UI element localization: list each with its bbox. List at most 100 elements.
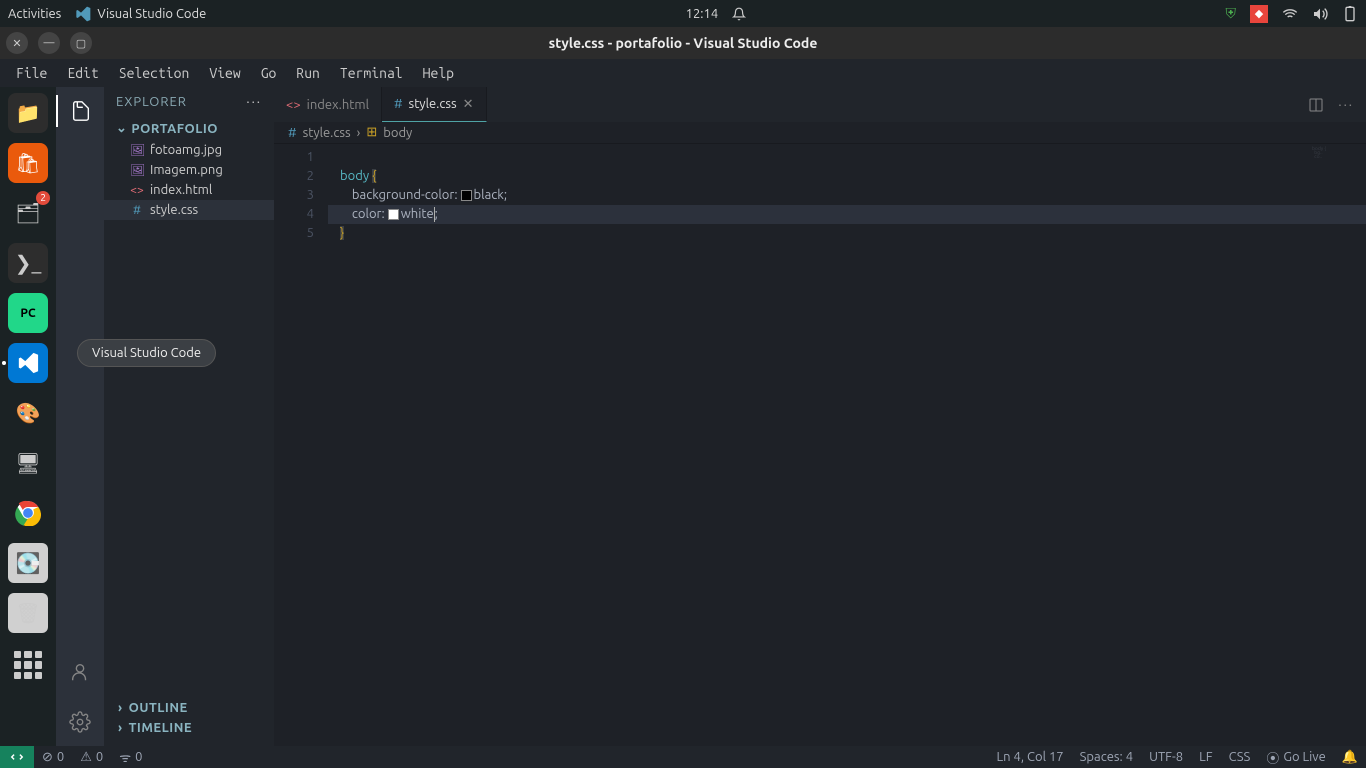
chevron-down-icon: ⌄: [116, 121, 127, 136]
encoding-status[interactable]: UTF-8: [1141, 748, 1191, 767]
wifi-icon[interactable]: [1282, 6, 1298, 22]
breadcrumb[interactable]: # style.css › ⊞ body: [274, 122, 1366, 144]
notifications-button[interactable]: 🔔: [1334, 748, 1366, 767]
close-window-button[interactable]: ✕: [6, 32, 28, 54]
editor-area: <> index.html # style.css ✕ ··· # style.css …: [274, 87, 1366, 746]
indentation-status[interactable]: Spaces: 4: [1072, 748, 1141, 767]
tab-style-css[interactable]: # style.css ✕: [382, 87, 487, 122]
file-type-icon: #: [394, 97, 403, 111]
project-folder-header[interactable]: ⌄ PORTAFOLIO: [104, 117, 274, 140]
tab-label: style.css: [409, 97, 457, 111]
dock-app-1[interactable]: 🎨: [8, 393, 48, 433]
explorer-activity[interactable]: [56, 95, 104, 127]
anydesk-tray-icon[interactable]: ◆: [1250, 5, 1268, 23]
dock-tooltip: Visual Studio Code: [77, 339, 216, 367]
error-icon: ⊘: [42, 750, 53, 765]
warnings-status[interactable]: ⚠0: [72, 750, 111, 765]
menu-view[interactable]: View: [199, 61, 250, 85]
dock-trash[interactable]: 🗑: [8, 593, 48, 633]
dock-terminal[interactable]: ❯_: [8, 243, 48, 283]
current-app-label: Visual Studio Code: [97, 7, 206, 21]
menu-bar: FileEditSelectionViewGoRunTerminalHelp: [0, 59, 1366, 87]
dock-chrome[interactable]: [8, 493, 48, 533]
file-icon: #: [130, 204, 144, 217]
menu-go[interactable]: Go: [251, 61, 287, 85]
language-status[interactable]: CSS: [1221, 748, 1259, 767]
menu-edit[interactable]: Edit: [57, 61, 108, 85]
remote-button[interactable]: [0, 746, 34, 768]
explorer-sidebar: EXPLORER ··· ⌄ PORTAFOLIO 🖼fotoamg.jpg 🖼 I…: [104, 87, 274, 746]
dock-disk[interactable]: 💽: [8, 543, 48, 583]
dock-apps-grid[interactable]: [8, 643, 48, 683]
settings-activity[interactable]: [56, 706, 104, 738]
symbol-icon: ⊞: [366, 125, 377, 140]
menu-selection[interactable]: Selection: [109, 61, 200, 85]
timeline-section[interactable]: › TIMELINE: [104, 718, 274, 738]
shield-tray-icon[interactable]: ⛨: [1225, 5, 1236, 22]
notifications-icon[interactable]: [732, 7, 746, 21]
dock-badge: 2: [36, 191, 50, 205]
vscode-icon: [75, 6, 91, 22]
file-name: Imagem.png: [150, 163, 223, 177]
file-item-index-html[interactable]: <> index.html: [104, 180, 274, 200]
warning-icon: ⚠: [80, 750, 92, 765]
dock-vscode[interactable]: [8, 343, 48, 383]
timeline-label: TIMELINE: [129, 721, 193, 735]
code-content[interactable]: body { background-color: black; color: w…: [328, 144, 1366, 746]
hash-icon: #: [288, 126, 297, 140]
file-name: fotoamg.jpg: [150, 143, 222, 157]
split-editor-icon[interactable]: [1308, 97, 1324, 113]
window-title: style.css - portafolio - Visual Studio C…: [0, 35, 1366, 51]
outline-section[interactable]: ›OUTLINE: [104, 698, 274, 718]
eol-status[interactable]: LF: [1191, 748, 1220, 767]
volume-icon[interactable]: [1312, 6, 1328, 22]
accounts-activity[interactable]: [56, 656, 104, 688]
tab-index-html[interactable]: <> index.html: [274, 87, 382, 122]
dock-app-2[interactable]: 🖥: [8, 443, 48, 483]
code-editor[interactable]: 12345 body { background-color: black; co…: [274, 144, 1366, 746]
broadcast-icon: ⦿: [1266, 748, 1279, 767]
chevron-right-icon: ›: [118, 721, 123, 735]
explorer-title: EXPLORER: [116, 95, 187, 109]
file-name: index.html: [150, 183, 212, 197]
dock-file-manager[interactable]: 🗂2: [8, 193, 48, 233]
ports-status[interactable]: ᯤ0: [111, 748, 150, 766]
cursor-position[interactable]: Ln 4, Col 17: [988, 748, 1071, 767]
activities-button[interactable]: Activities: [8, 7, 61, 21]
menu-run[interactable]: Run: [286, 61, 330, 85]
breadcrumb-file: style.css: [303, 126, 351, 140]
close-tab-icon[interactable]: ✕: [463, 97, 474, 112]
menu-help[interactable]: Help: [413, 61, 464, 85]
dock-pycharm[interactable]: PC: [8, 293, 48, 333]
line-gutter: 12345: [274, 144, 328, 746]
file-type-icon: <>: [286, 98, 301, 112]
explorer-more-icon[interactable]: ···: [246, 95, 262, 109]
file-name: style.css: [150, 203, 198, 217]
window-titlebar: ✕ ― ▢ style.css - portafolio - Visual St…: [0, 27, 1366, 59]
file-icon: <>: [130, 184, 144, 197]
file-item-fotoamg-jpg[interactable]: 🖼fotoamg.jpg: [104, 140, 274, 160]
file-icon: 🖼: [130, 163, 144, 177]
dock-files[interactable]: 📁: [8, 93, 48, 133]
dock-software[interactable]: 🛍: [8, 143, 48, 183]
battery-icon[interactable]: [1342, 6, 1358, 22]
file-item-style-css[interactable]: # style.css: [104, 200, 274, 220]
menu-file[interactable]: File: [6, 61, 57, 85]
go-live-button[interactable]: ⦿Go Live: [1258, 748, 1333, 767]
minimize-window-button[interactable]: ―: [38, 32, 60, 54]
menu-terminal[interactable]: Terminal: [330, 61, 413, 85]
chevron-right-icon: ›: [118, 701, 123, 715]
gnome-top-bar: Activities Visual Studio Code 12:14 ⛨ ◆: [0, 0, 1366, 27]
editor-tabs: <> index.html # style.css ✕ ···: [274, 87, 1366, 122]
current-app-indicator[interactable]: Visual Studio Code: [75, 6, 206, 22]
file-item-Imagem-png[interactable]: 🖼 Imagem.png: [104, 160, 274, 180]
clock[interactable]: 12:14: [686, 7, 719, 21]
maximize-window-button[interactable]: ▢: [70, 32, 92, 54]
errors-status[interactable]: ⊘0: [34, 750, 72, 765]
editor-more-icon[interactable]: ···: [1338, 98, 1354, 112]
gnome-dock: 📁 🛍 🗂2 ❯_ PC 🎨 🖥 💽 🗑: [0, 87, 56, 746]
minimap[interactable]: body { bg.. co.. }: [1312, 146, 1352, 158]
tab-label: index.html: [307, 98, 369, 112]
antenna-icon: ᯤ: [119, 748, 131, 766]
status-bar: ⊘0 ⚠0 ᯤ0 Ln 4, Col 17 Spaces: 4 UTF-8 LF…: [0, 746, 1366, 768]
